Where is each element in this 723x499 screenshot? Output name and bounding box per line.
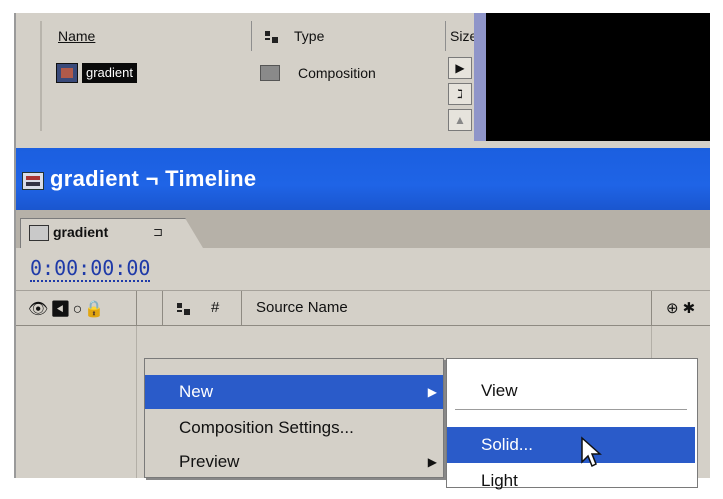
- timecode-row: 0:00:00:00: [16, 248, 710, 290]
- label-column-icon[interactable]: [176, 302, 192, 316]
- column-type-label: Type: [294, 28, 325, 44]
- submenu-item-view-label: View: [481, 381, 518, 400]
- menu-item-preview-label: Preview: [179, 452, 240, 471]
- submenu-item-light[interactable]: Light: [447, 463, 695, 499]
- layer-number-column[interactable]: #: [211, 299, 219, 316]
- flowchart-button[interactable]: ℷ: [448, 83, 472, 105]
- submenu-arrow-icon: ▶: [427, 385, 437, 399]
- scroll-up-button[interactable]: ▲: [448, 109, 472, 131]
- menu-item-composition-settings[interactable]: Composition Settings...: [145, 411, 443, 445]
- tab-menu-icon[interactable]: ⊐: [153, 225, 163, 239]
- column-type[interactable]: Type: [252, 21, 446, 51]
- timeline-tabstrip: gradient ⊐: [16, 210, 710, 248]
- tab-gradient[interactable]: gradient ⊐: [20, 218, 203, 248]
- menu-item-preview[interactable]: Preview ▶: [145, 445, 443, 479]
- mouse-cursor-icon: [581, 436, 602, 468]
- composition-icon: [56, 63, 78, 83]
- column-name[interactable]: Name: [16, 21, 252, 51]
- project-item-type: Composition: [298, 65, 376, 81]
- source-name-column[interactable]: Source Name: [256, 299, 348, 316]
- timeline-title-bar[interactable]: gradient ¬ Timeline: [16, 148, 710, 210]
- timeline-title: gradient ¬ Timeline: [50, 166, 257, 191]
- submenu-item-light-label: Light: [481, 471, 518, 490]
- menu-separator: [455, 409, 687, 411]
- project-column-header: Name Type Size: [16, 21, 486, 51]
- menu-item-new-label: New: [179, 382, 214, 401]
- new-submenu: View Solid... Light: [446, 358, 698, 490]
- context-menu: New ▶ Composition Settings... Preview ▶: [144, 358, 444, 478]
- current-time-display[interactable]: 0:00:00:00: [30, 256, 151, 282]
- label-sort-icon: [264, 30, 280, 44]
- tab-gradient-label: gradient: [53, 224, 109, 240]
- label-color-swatch[interactable]: [260, 65, 280, 81]
- switches-column-icons[interactable]: ⊕✱: [666, 299, 699, 317]
- play-arrow-button[interactable]: ▶: [448, 57, 472, 79]
- submenu-item-solid-label: Solid...: [481, 435, 533, 454]
- project-item-name[interactable]: gradient: [82, 63, 137, 83]
- av-features-icons[interactable]: 👁◀○🔒: [28, 299, 106, 319]
- composition-tab-icon: [29, 225, 49, 241]
- submenu-arrow-icon: ▶: [427, 455, 437, 469]
- timeline-column-header: 👁◀○🔒 # Source Name ⊕✱: [16, 290, 710, 327]
- submenu-item-view[interactable]: View: [447, 373, 695, 409]
- composition-viewer[interactable]: [486, 13, 710, 141]
- menu-item-new[interactable]: New ▶: [145, 375, 443, 409]
- menu-item-composition-settings-label: Composition Settings...: [179, 418, 354, 437]
- panel-splitter[interactable]: [474, 13, 486, 141]
- project-item-row[interactable]: gradient Composition: [16, 61, 446, 87]
- submenu-item-solid[interactable]: Solid...: [447, 427, 695, 463]
- project-panel: Name Type Size gradient Composition ▶ ℷ …: [16, 13, 486, 141]
- column-name-label: Name: [58, 28, 96, 44]
- timeline-icon: [22, 172, 44, 190]
